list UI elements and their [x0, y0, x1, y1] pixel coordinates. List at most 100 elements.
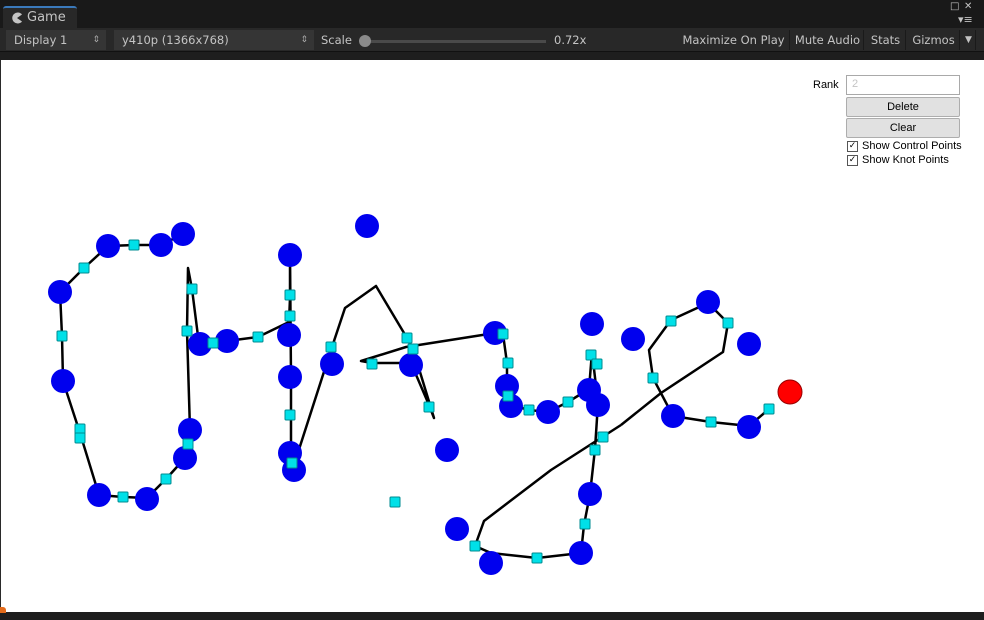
maximize-window-icon[interactable]: □ — [950, 1, 959, 12]
knot-point[interactable] — [647, 372, 659, 384]
control-point[interactable] — [320, 352, 344, 376]
control-point[interactable] — [178, 418, 202, 442]
control-point[interactable] — [48, 280, 72, 304]
knot-point[interactable] — [523, 404, 535, 416]
rank-label: Rank — [813, 79, 839, 91]
control-point[interactable] — [51, 369, 75, 393]
knot-point[interactable] — [579, 518, 591, 530]
stats-button[interactable]: Stats — [866, 30, 906, 50]
selected-control-point[interactable] — [777, 379, 803, 405]
knot-point[interactable] — [562, 396, 574, 408]
game-view[interactable] — [0, 60, 984, 612]
knot-point[interactable] — [284, 409, 296, 421]
control-point[interactable] — [737, 332, 761, 356]
control-point[interactable] — [479, 551, 503, 575]
knot-point[interactable] — [401, 332, 413, 344]
control-point[interactable] — [355, 214, 379, 238]
close-window-icon[interactable]: ✕ — [964, 1, 972, 12]
knot-point[interactable] — [186, 283, 198, 295]
show-knot-points-checkbox[interactable]: ✓ — [847, 155, 858, 166]
control-point[interactable] — [586, 393, 610, 417]
window-tab-bar: Game □ ✕ ▾≡ — [0, 0, 984, 28]
control-point[interactable] — [96, 234, 120, 258]
knot-point[interactable] — [284, 289, 296, 301]
control-point[interactable] — [536, 400, 560, 424]
control-point[interactable] — [445, 517, 469, 541]
checkmark-icon: ✓ — [848, 141, 857, 151]
control-point[interactable] — [135, 487, 159, 511]
knot-point[interactable] — [366, 358, 378, 370]
show-knot-points-label: Show Knot Points — [862, 154, 949, 166]
control-point[interactable] — [578, 482, 602, 506]
control-point[interactable] — [737, 415, 761, 439]
knot-point[interactable] — [407, 343, 419, 355]
knot-point[interactable] — [665, 315, 677, 327]
knot-point[interactable] — [252, 331, 264, 343]
knot-point[interactable] — [117, 491, 129, 503]
knot-point[interactable] — [181, 325, 193, 337]
knot-point[interactable] — [284, 310, 296, 322]
mute-audio-button[interactable]: Mute Audio — [792, 30, 864, 50]
dropdown-arrow-icon: ⇕ — [300, 35, 308, 45]
tab-menu-icon[interactable]: ▾≡ — [958, 13, 973, 26]
resolution-dropdown-label: y410p (1366x768) — [122, 33, 229, 47]
scale-slider-track[interactable] — [362, 40, 546, 43]
knot-point[interactable] — [286, 457, 298, 469]
maximize-on-play-button[interactable]: Maximize On Play — [678, 30, 790, 50]
knot-point[interactable] — [531, 552, 543, 564]
control-point[interactable] — [278, 365, 302, 389]
knot-point[interactable] — [207, 337, 219, 349]
knot-point[interactable] — [705, 416, 717, 428]
knot-point[interactable] — [497, 328, 509, 340]
display-dropdown[interactable]: Display 1 ⇕ — [6, 30, 106, 50]
control-point[interactable] — [696, 290, 720, 314]
scale-slider-thumb[interactable] — [359, 35, 371, 47]
control-point[interactable] — [580, 312, 604, 336]
control-point[interactable] — [87, 483, 111, 507]
control-point[interactable] — [435, 438, 459, 462]
knot-point[interactable] — [74, 432, 86, 444]
control-point[interactable] — [173, 446, 197, 470]
checkmark-icon: ✓ — [848, 155, 857, 165]
tab-game[interactable]: Game — [3, 6, 77, 28]
knot-point[interactable] — [589, 444, 601, 456]
gizmos-dropdown-icon[interactable]: ▼ — [962, 30, 976, 50]
knot-point[interactable] — [325, 341, 337, 353]
knot-point[interactable] — [128, 239, 140, 251]
gizmos-button[interactable]: Gizmos — [908, 30, 960, 50]
knot-point[interactable] — [423, 401, 435, 413]
control-point[interactable] — [399, 353, 423, 377]
control-point[interactable] — [661, 404, 685, 428]
resize-corner-marker — [0, 607, 6, 613]
spline-canvas[interactable] — [1, 60, 984, 612]
control-point[interactable] — [621, 327, 645, 351]
knot-point[interactable] — [591, 358, 603, 370]
knot-point[interactable] — [182, 438, 194, 450]
knot-point[interactable] — [502, 357, 514, 369]
control-points — [48, 214, 761, 575]
knot-point[interactable] — [722, 317, 734, 329]
knot-point[interactable] — [56, 330, 68, 342]
display-dropdown-label: Display 1 — [14, 33, 68, 47]
spline-curve-letter-h — [185, 251, 295, 469]
knot-point[interactable] — [502, 390, 514, 402]
clear-button[interactable]: Clear — [846, 118, 960, 138]
knot-point[interactable] — [469, 540, 481, 552]
spline-curve-letter-a — [291, 284, 496, 469]
control-point[interactable] — [277, 323, 301, 347]
knot-point[interactable] — [78, 262, 90, 274]
delete-button[interactable]: Delete — [846, 97, 960, 117]
knot-point[interactable] — [160, 473, 172, 485]
control-point[interactable] — [149, 233, 173, 257]
control-point[interactable] — [278, 243, 302, 267]
control-point[interactable] — [569, 541, 593, 565]
knot-point[interactable] — [763, 403, 775, 415]
resolution-dropdown[interactable]: y410p (1366x768) ⇕ — [114, 30, 314, 50]
control-point[interactable] — [171, 222, 195, 246]
pacman-icon — [12, 12, 22, 24]
control-point[interactable] — [215, 329, 239, 353]
show-control-points-checkbox[interactable]: ✓ — [847, 141, 858, 152]
knot-point[interactable] — [597, 431, 609, 443]
rank-input[interactable]: 2 — [846, 75, 960, 95]
knot-point[interactable] — [389, 496, 401, 508]
